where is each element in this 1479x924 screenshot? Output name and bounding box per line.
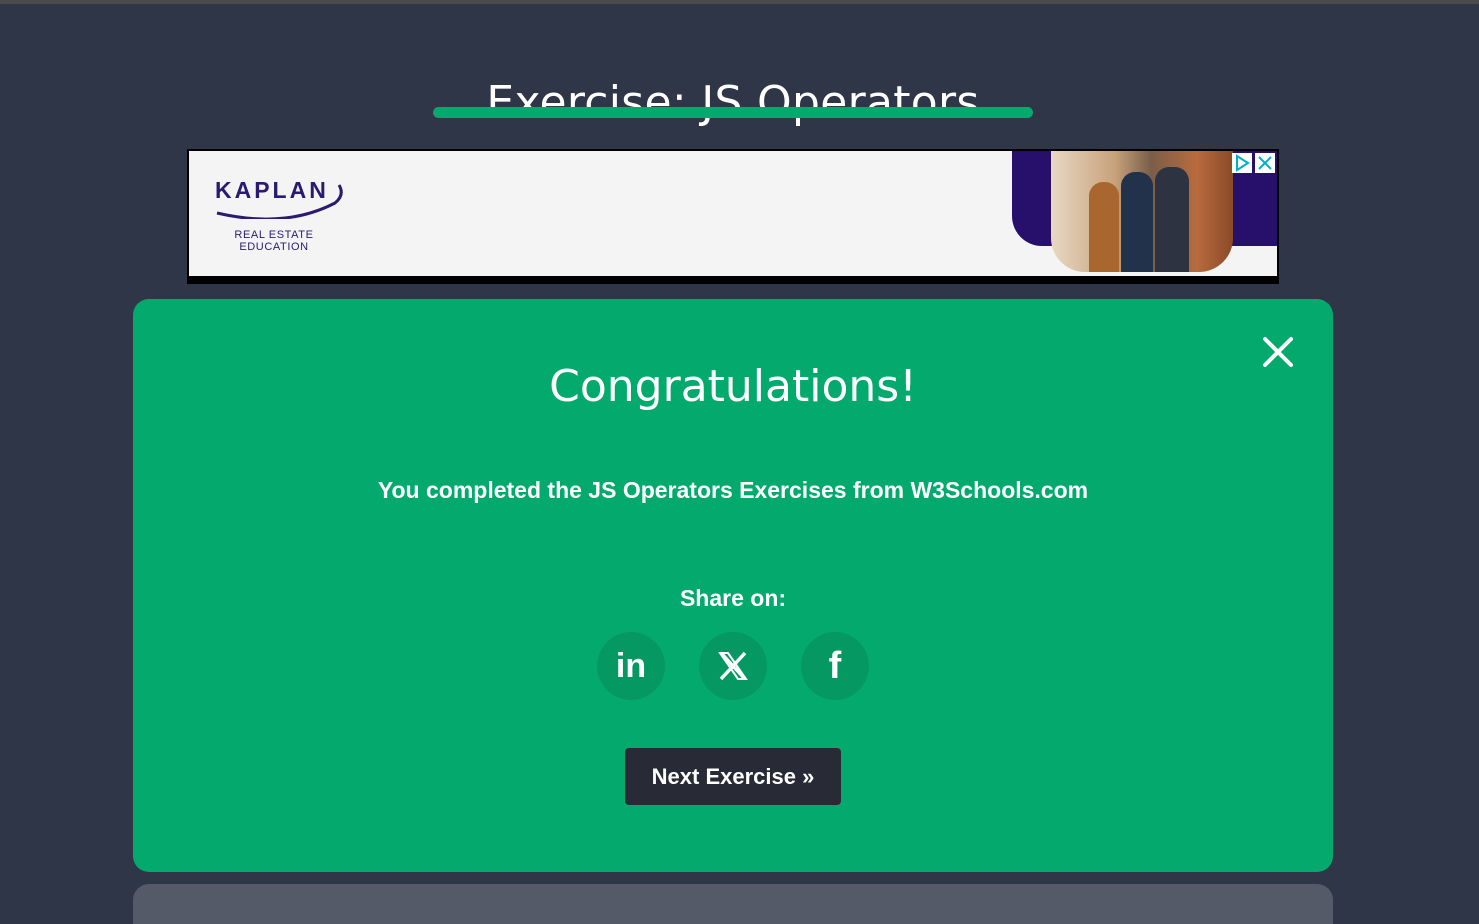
ad-photo [1051,151,1233,272]
advertisement-banner[interactable]: KAPLAN REAL ESTATE EDUCATION [187,149,1279,284]
ad-person-2 [1121,172,1153,272]
x-icon [699,632,767,730]
ad-person-3 [1155,167,1189,272]
share-linkedin-button[interactable]: in [597,632,665,700]
share-x-button[interactable] [699,632,767,700]
next-exercise-button[interactable]: Next Exercise » [625,748,841,805]
completion-message: You completed the JS Operators Exercises… [377,477,1089,503]
title-underline [433,107,1033,118]
ad-person-1 [1089,182,1119,272]
linkedin-icon: in [615,647,647,685]
ad-content[interactable]: KAPLAN REAL ESTATE EDUCATION [189,151,1277,276]
browser-top-border [0,0,1479,4]
ad-close-icon[interactable] [1255,153,1275,173]
next-section-panel [133,884,1333,924]
facebook-icon: f [828,645,842,687]
congratulations-modal: Congratulations! You completed the JS Op… [133,299,1333,872]
ad-subtitle-line1: REAL ESTATE [234,229,314,241]
share-facebook-button[interactable]: f [801,632,869,700]
modal-heading: Congratulations! [549,361,917,412]
ad-brand-logo: KAPLAN [215,177,329,203]
adchoices-icon[interactable] [1232,153,1252,173]
ad-subtitle-line2: EDUCATION [239,241,309,253]
page-title: Exercise: JS Operators [486,77,980,129]
share-label: Share on: [679,585,787,611]
ad-brand-subtitle: REAL ESTATE EDUCATION [229,229,319,253]
